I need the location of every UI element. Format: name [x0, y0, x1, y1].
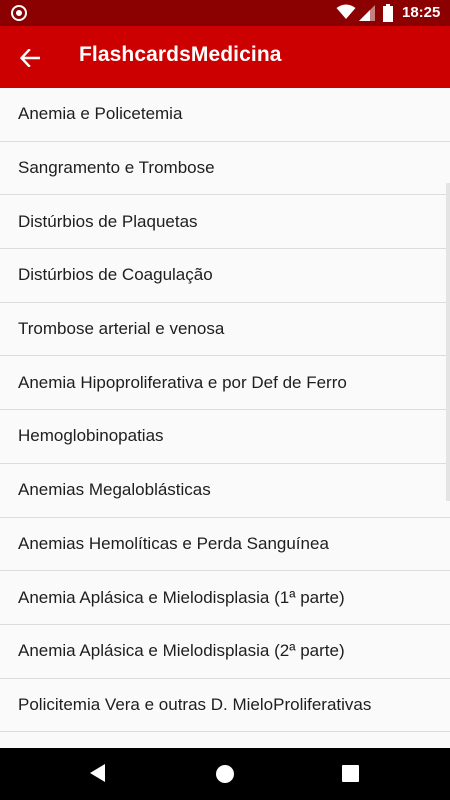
navigation-bar — [0, 748, 450, 800]
status-time: 18:25 — [402, 4, 441, 21]
record-icon — [11, 5, 27, 21]
list-item[interactable]: Trombose arterial e venosa — [0, 302, 450, 357]
list-item[interactable] — [0, 732, 450, 748]
list-item[interactable]: Distúrbios de Coagulação — [0, 249, 450, 303]
home-circle-icon[interactable] — [215, 764, 235, 784]
list-item[interactable]: Anemia Aplásica e Mielodisplasia (1ª par… — [0, 571, 450, 625]
list-item[interactable]: Sangramento e Trombose — [0, 141, 450, 196]
list-item[interactable]: Hemoglobinopatias — [0, 410, 450, 464]
list-item[interactable]: Anemia e Policetemia — [0, 88, 450, 142]
wifi-icon — [336, 4, 356, 19]
app-bar: FlashcardsMedicina — [0, 26, 450, 88]
arrow-left-icon — [20, 49, 40, 67]
list-item[interactable]: Anemias Hemolíticas e Perda Sanguínea — [0, 517, 450, 572]
status-bar: 18:25 — [0, 0, 450, 26]
back-button[interactable] — [14, 42, 46, 74]
back-triangle-icon[interactable] — [89, 763, 107, 783]
list-item[interactable]: Anemia Aplásica e Mielodisplasia (2ª par… — [0, 624, 450, 679]
battery-icon — [383, 4, 393, 22]
signal-icon — [359, 5, 375, 21]
page-title: FlashcardsMedicina — [79, 43, 282, 66]
list-item[interactable]: Distúrbios de Plaquetas — [0, 195, 450, 250]
list-item[interactable]: Policitemia Vera e outras D. MieloProlif… — [0, 678, 450, 733]
list-item[interactable]: Anemia Hipoproliferativa e por Def de Fe… — [0, 356, 450, 411]
list-item[interactable]: Anemias Megaloblásticas — [0, 463, 450, 518]
topic-list[interactable]: Anemia e Policetemia Sangramento e Tromb… — [0, 88, 450, 748]
scrollbar-thumb[interactable] — [446, 183, 450, 501]
recents-square-icon[interactable] — [342, 765, 359, 782]
